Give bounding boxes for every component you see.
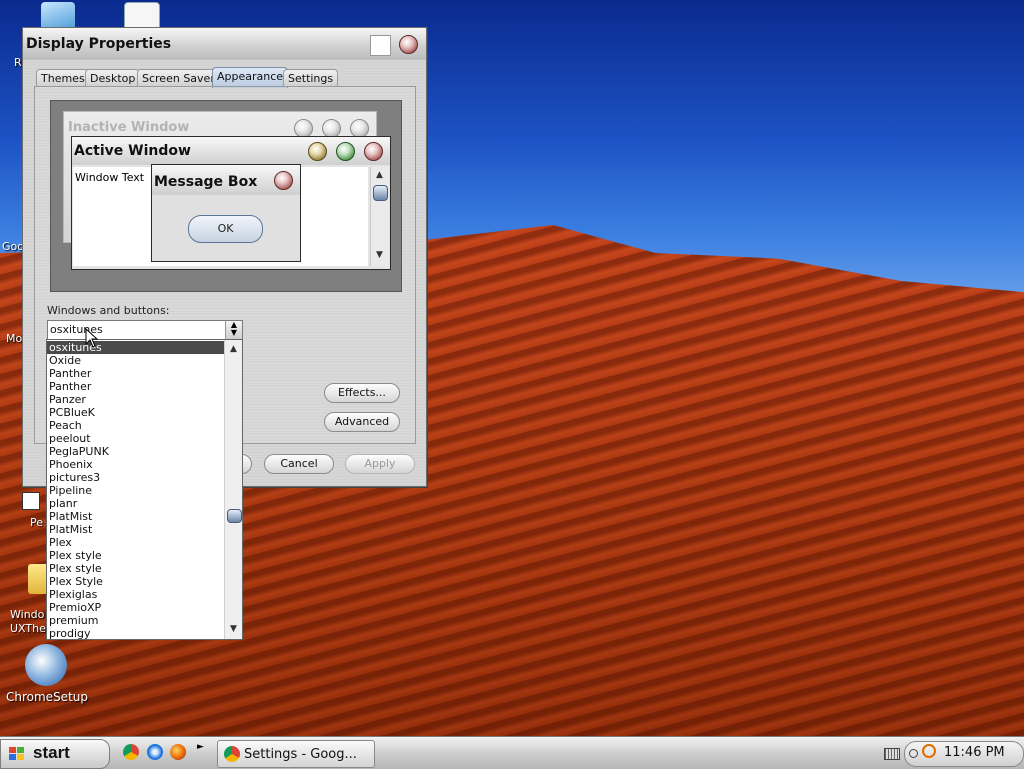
dropdown-item[interactable]: Peach <box>47 419 224 432</box>
dropdown-item[interactable]: Plex <box>47 536 224 549</box>
dropdown-item[interactable]: Oxide <box>47 354 224 367</box>
search-icon[interactable] <box>922 744 936 758</box>
preview-active-title: Active Window <box>74 143 191 159</box>
dropdown-item[interactable]: pictures3 <box>47 471 224 484</box>
apply-button: Apply <box>345 454 415 474</box>
tab-themes[interactable]: Themes <box>36 69 90 87</box>
scroll-down-icon[interactable]: ▼ <box>227 623 240 636</box>
scroll-up-icon[interactable]: ▲ <box>227 343 240 356</box>
active-minimize-icon <box>308 142 327 161</box>
preview-active-titlebar: Active Window <box>72 137 390 165</box>
dropdown-item[interactable]: peelout <box>47 432 224 445</box>
desktop-icon-chromesetup[interactable]: ChromeSetup <box>6 644 88 704</box>
tab-screen-saver[interactable]: Screen Saver <box>137 69 220 87</box>
windows-buttons-select[interactable]: osxitunes ▲ ▼ <box>47 320 243 340</box>
effects-button[interactable]: Effects... <box>324 383 400 403</box>
active-close-icon <box>364 142 383 161</box>
windows-logo-icon <box>9 747 24 760</box>
combo-arrows-icon[interactable]: ▲ ▼ <box>225 321 242 339</box>
chrome-icon[interactable] <box>123 744 139 760</box>
cancel-button[interactable]: Cancel <box>264 454 334 474</box>
dropdown-item[interactable]: Panther <box>47 367 224 380</box>
preview-scrollbar: ▲ ▼ <box>370 167 389 266</box>
start-label: start <box>33 743 70 762</box>
dropdown-item[interactable]: planr <box>47 497 224 510</box>
tab-desktop[interactable]: Desktop <box>85 69 141 87</box>
preview-msgbox-title: Message Box <box>154 174 258 190</box>
desktop-label-windo-text: Windo UXThe <box>10 608 46 635</box>
dropdown-item[interactable]: Panzer <box>47 393 224 406</box>
preview-inactive-title: Inactive Window <box>68 120 190 135</box>
firefox-icon[interactable] <box>170 744 186 760</box>
dropdown-item[interactable]: PCBlueK <box>47 406 224 419</box>
desktop-label-mo: Mo <box>6 332 23 345</box>
windows-buttons-label: Windows and buttons: <box>47 304 170 317</box>
dropdown-item[interactable]: Plex Style <box>47 575 224 588</box>
dropdown-item[interactable]: PlatMist <box>47 510 224 523</box>
close-icon[interactable] <box>399 35 418 54</box>
active-maximize-icon <box>336 142 355 161</box>
installer-icon <box>25 644 67 686</box>
desktop-label-pe: Pe <box>30 516 44 529</box>
taskbar-button-settings[interactable]: Settings - Goog... <box>217 740 375 768</box>
system-tray: 11:46 PM <box>880 739 1024 767</box>
dialog-titlebar[interactable]: Display Properties <box>23 28 426 60</box>
dropdown-item[interactable]: Plex style <box>47 549 224 562</box>
start-button[interactable]: start <box>0 739 110 769</box>
dropdown-item[interactable]: osxitunes <box>47 341 224 354</box>
preview-active-window: Active Window Window Text ▲ ▼ Message Bo… <box>71 136 391 270</box>
preview-window-text: Window Text <box>75 171 145 184</box>
internet-explorer-icon[interactable] <box>147 744 163 760</box>
taskbar-chrome-icon <box>224 746 240 762</box>
shortcut-arrow-icon[interactable] <box>22 492 40 510</box>
dropdown-item[interactable]: Panther <box>47 380 224 393</box>
appearance-preview: Inactive Window Active Window Window Tex… <box>50 100 402 292</box>
dropdown-scrollbar[interactable]: ▲ ▼ <box>224 340 242 639</box>
dropdown-item[interactable]: PeglaPUNK <box>47 445 224 458</box>
tray-clock: 11:46 PM <box>944 745 1005 760</box>
keyboard-icon[interactable] <box>884 748 900 760</box>
scroll-thumb[interactable] <box>227 509 242 523</box>
dropdown-item[interactable]: Pipeline <box>47 484 224 497</box>
desktop-label-goo: Goo <box>2 240 24 253</box>
dropdown-item[interactable]: PlatMist <box>47 523 224 536</box>
tray-network-icon[interactable] <box>909 749 918 758</box>
dropdown-item[interactable]: prodigy <box>47 627 224 639</box>
tab-settings[interactable]: Settings <box>283 69 339 87</box>
desktop-label-recycle: R <box>14 56 22 69</box>
dropdown-item[interactable]: Plexiglas <box>47 588 224 601</box>
help-button[interactable] <box>370 35 391 56</box>
dropdown-item[interactable]: Phoenix <box>47 458 224 471</box>
preview-scroll-down-icon: ▼ <box>376 250 383 260</box>
dialog-title: Display Properties <box>26 36 172 52</box>
preview-scroll-up-icon: ▲ <box>376 170 383 180</box>
msgbox-close-icon <box>274 171 293 190</box>
preview-ok-button: OK <box>188 215 263 243</box>
dropdown-item[interactable]: Plex style <box>47 562 224 575</box>
tab-appearance[interactable]: Appearance <box>212 67 289 88</box>
windows-buttons-dropdown-list[interactable]: osxitunes Oxide Panther Panther Panzer PCBlue… <box>46 339 243 640</box>
taskbar-button-label: Settings - Goog... <box>244 747 357 762</box>
desktop-label-chromesetup: ChromeSetup <box>6 690 88 704</box>
mouse-cursor-icon <box>85 328 99 348</box>
dropdown-item[interactable]: PremioXP <box>47 601 224 614</box>
quicklaunch-chevron-icon[interactable]: ► <box>197 742 204 752</box>
preview-msgbox-titlebar: Message Box <box>152 165 300 195</box>
preview-message-box: Message Box OK <box>151 164 301 262</box>
preview-scroll-thumb <box>373 185 388 201</box>
advanced-button[interactable]: Advanced <box>324 412 400 432</box>
dropdown-item[interactable]: premium <box>47 614 224 627</box>
taskbar: start ► Settings - Goog... 11:46 PM <box>0 736 1024 769</box>
